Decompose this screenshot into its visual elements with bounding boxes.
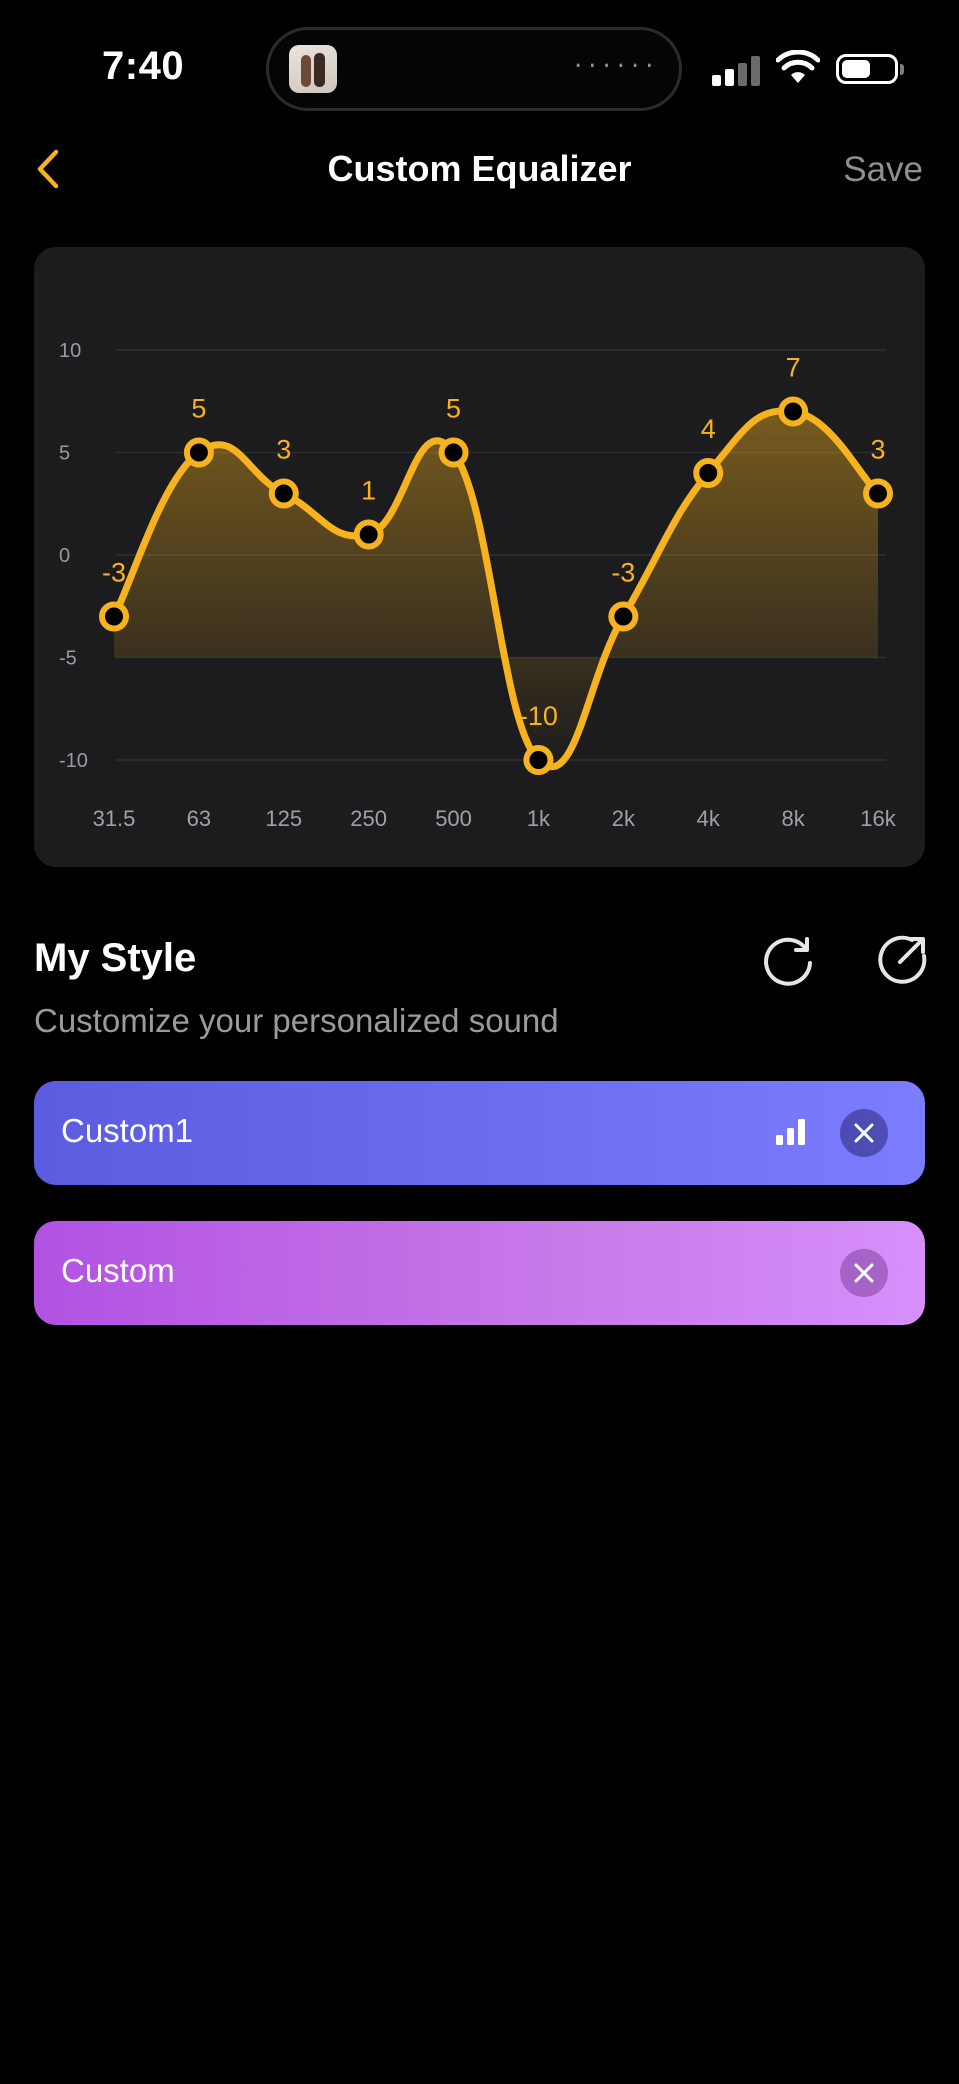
signal-icon-bar: [725, 69, 734, 86]
x-tick-label: 4k: [697, 806, 721, 831]
data-label: -10: [519, 701, 558, 731]
data-label: -3: [102, 558, 126, 588]
x-tick-label: 125: [265, 806, 302, 831]
page-title: Custom Equalizer: [327, 148, 632, 189]
close-icon: [854, 1263, 874, 1283]
eq-band-handle[interactable]: [438, 437, 469, 468]
preset-row-custom1[interactable]: Custom1: [34, 1081, 925, 1185]
data-label: -3: [611, 558, 635, 588]
status-time: 7:40: [102, 44, 185, 88]
equalizer-chart[interactable]: 10 5 0 -5 -10 31.5 63 125 250 500 1k 2k 4k 8k 16k -3 5 3 1…: [34, 247, 925, 867]
battery-icon: [836, 54, 898, 84]
wifi-icon: [776, 50, 820, 83]
section-subtitle: Customize your personalized sound: [34, 1002, 559, 1039]
share-icon: [878, 935, 927, 984]
x-tick-label: 250: [350, 806, 387, 831]
signal-icon-bar: [751, 56, 760, 86]
eq-band-handle[interactable]: [778, 396, 809, 427]
now-playing-thumbnail: [289, 45, 337, 93]
share-button[interactable]: [874, 932, 930, 988]
eq-band-handle[interactable]: [183, 437, 214, 468]
eq-band-handle[interactable]: [99, 601, 129, 632]
x-tick-label: 16k: [860, 806, 896, 831]
data-label: 7: [786, 353, 801, 383]
delete-preset-button[interactable]: [840, 1249, 888, 1297]
y-tick-label: 10: [59, 340, 81, 362]
data-label: 5: [446, 394, 461, 424]
x-tick-label: 63: [187, 806, 211, 831]
data-label: 1: [361, 476, 376, 506]
equalizer-bars-icon: [776, 1119, 806, 1145]
data-label: 3: [276, 435, 291, 465]
preset-row-custom[interactable]: Custom: [34, 1221, 925, 1325]
signal-icon: [712, 75, 721, 86]
x-tick-label: 1k: [527, 806, 551, 831]
x-tick-label: 31.5: [93, 806, 136, 831]
eq-band-handle[interactable]: [353, 519, 384, 550]
reset-button[interactable]: [762, 933, 816, 987]
y-tick-label: -10: [59, 750, 88, 772]
section-title: My Style: [34, 936, 197, 980]
data-label: 4: [701, 414, 716, 444]
equalizer-chart-svg[interactable]: 10 5 0 -5 -10 31.5 63 125 250 500 1k 2k 4k 8k 16k -3 5 3 1…: [34, 247, 925, 867]
data-label: 5: [191, 394, 206, 424]
area-fill: [114, 410, 878, 767]
close-icon: [854, 1123, 874, 1143]
preset-label: Custom: [61, 1252, 175, 1289]
eq-band-handle[interactable]: [863, 478, 893, 509]
x-tick-label: 2k: [612, 806, 636, 831]
battery-tip: [900, 64, 904, 75]
signal-icon-bar: [738, 63, 747, 86]
x-tick-label: 500: [435, 806, 472, 831]
x-tick-label: 8k: [781, 806, 805, 831]
status-indicators: [712, 50, 927, 90]
y-tick-label: -5: [59, 648, 77, 670]
y-tick-label: 0: [59, 545, 70, 567]
data-label: 3: [870, 435, 885, 465]
preset-label: Custom1: [61, 1112, 194, 1149]
save-button[interactable]: Save: [843, 150, 923, 190]
eq-band-handle[interactable]: [693, 458, 724, 488]
dynamic-island[interactable]: ······: [266, 27, 682, 111]
eq-band-handle[interactable]: [608, 601, 639, 632]
reset-icon: [764, 937, 812, 986]
eq-band-handle[interactable]: [523, 745, 554, 775]
activity-dots-icon: ······: [571, 54, 657, 79]
y-tick-label: 5: [59, 443, 70, 465]
eq-band-handle[interactable]: [268, 478, 299, 509]
delete-preset-button[interactable]: [840, 1109, 888, 1157]
